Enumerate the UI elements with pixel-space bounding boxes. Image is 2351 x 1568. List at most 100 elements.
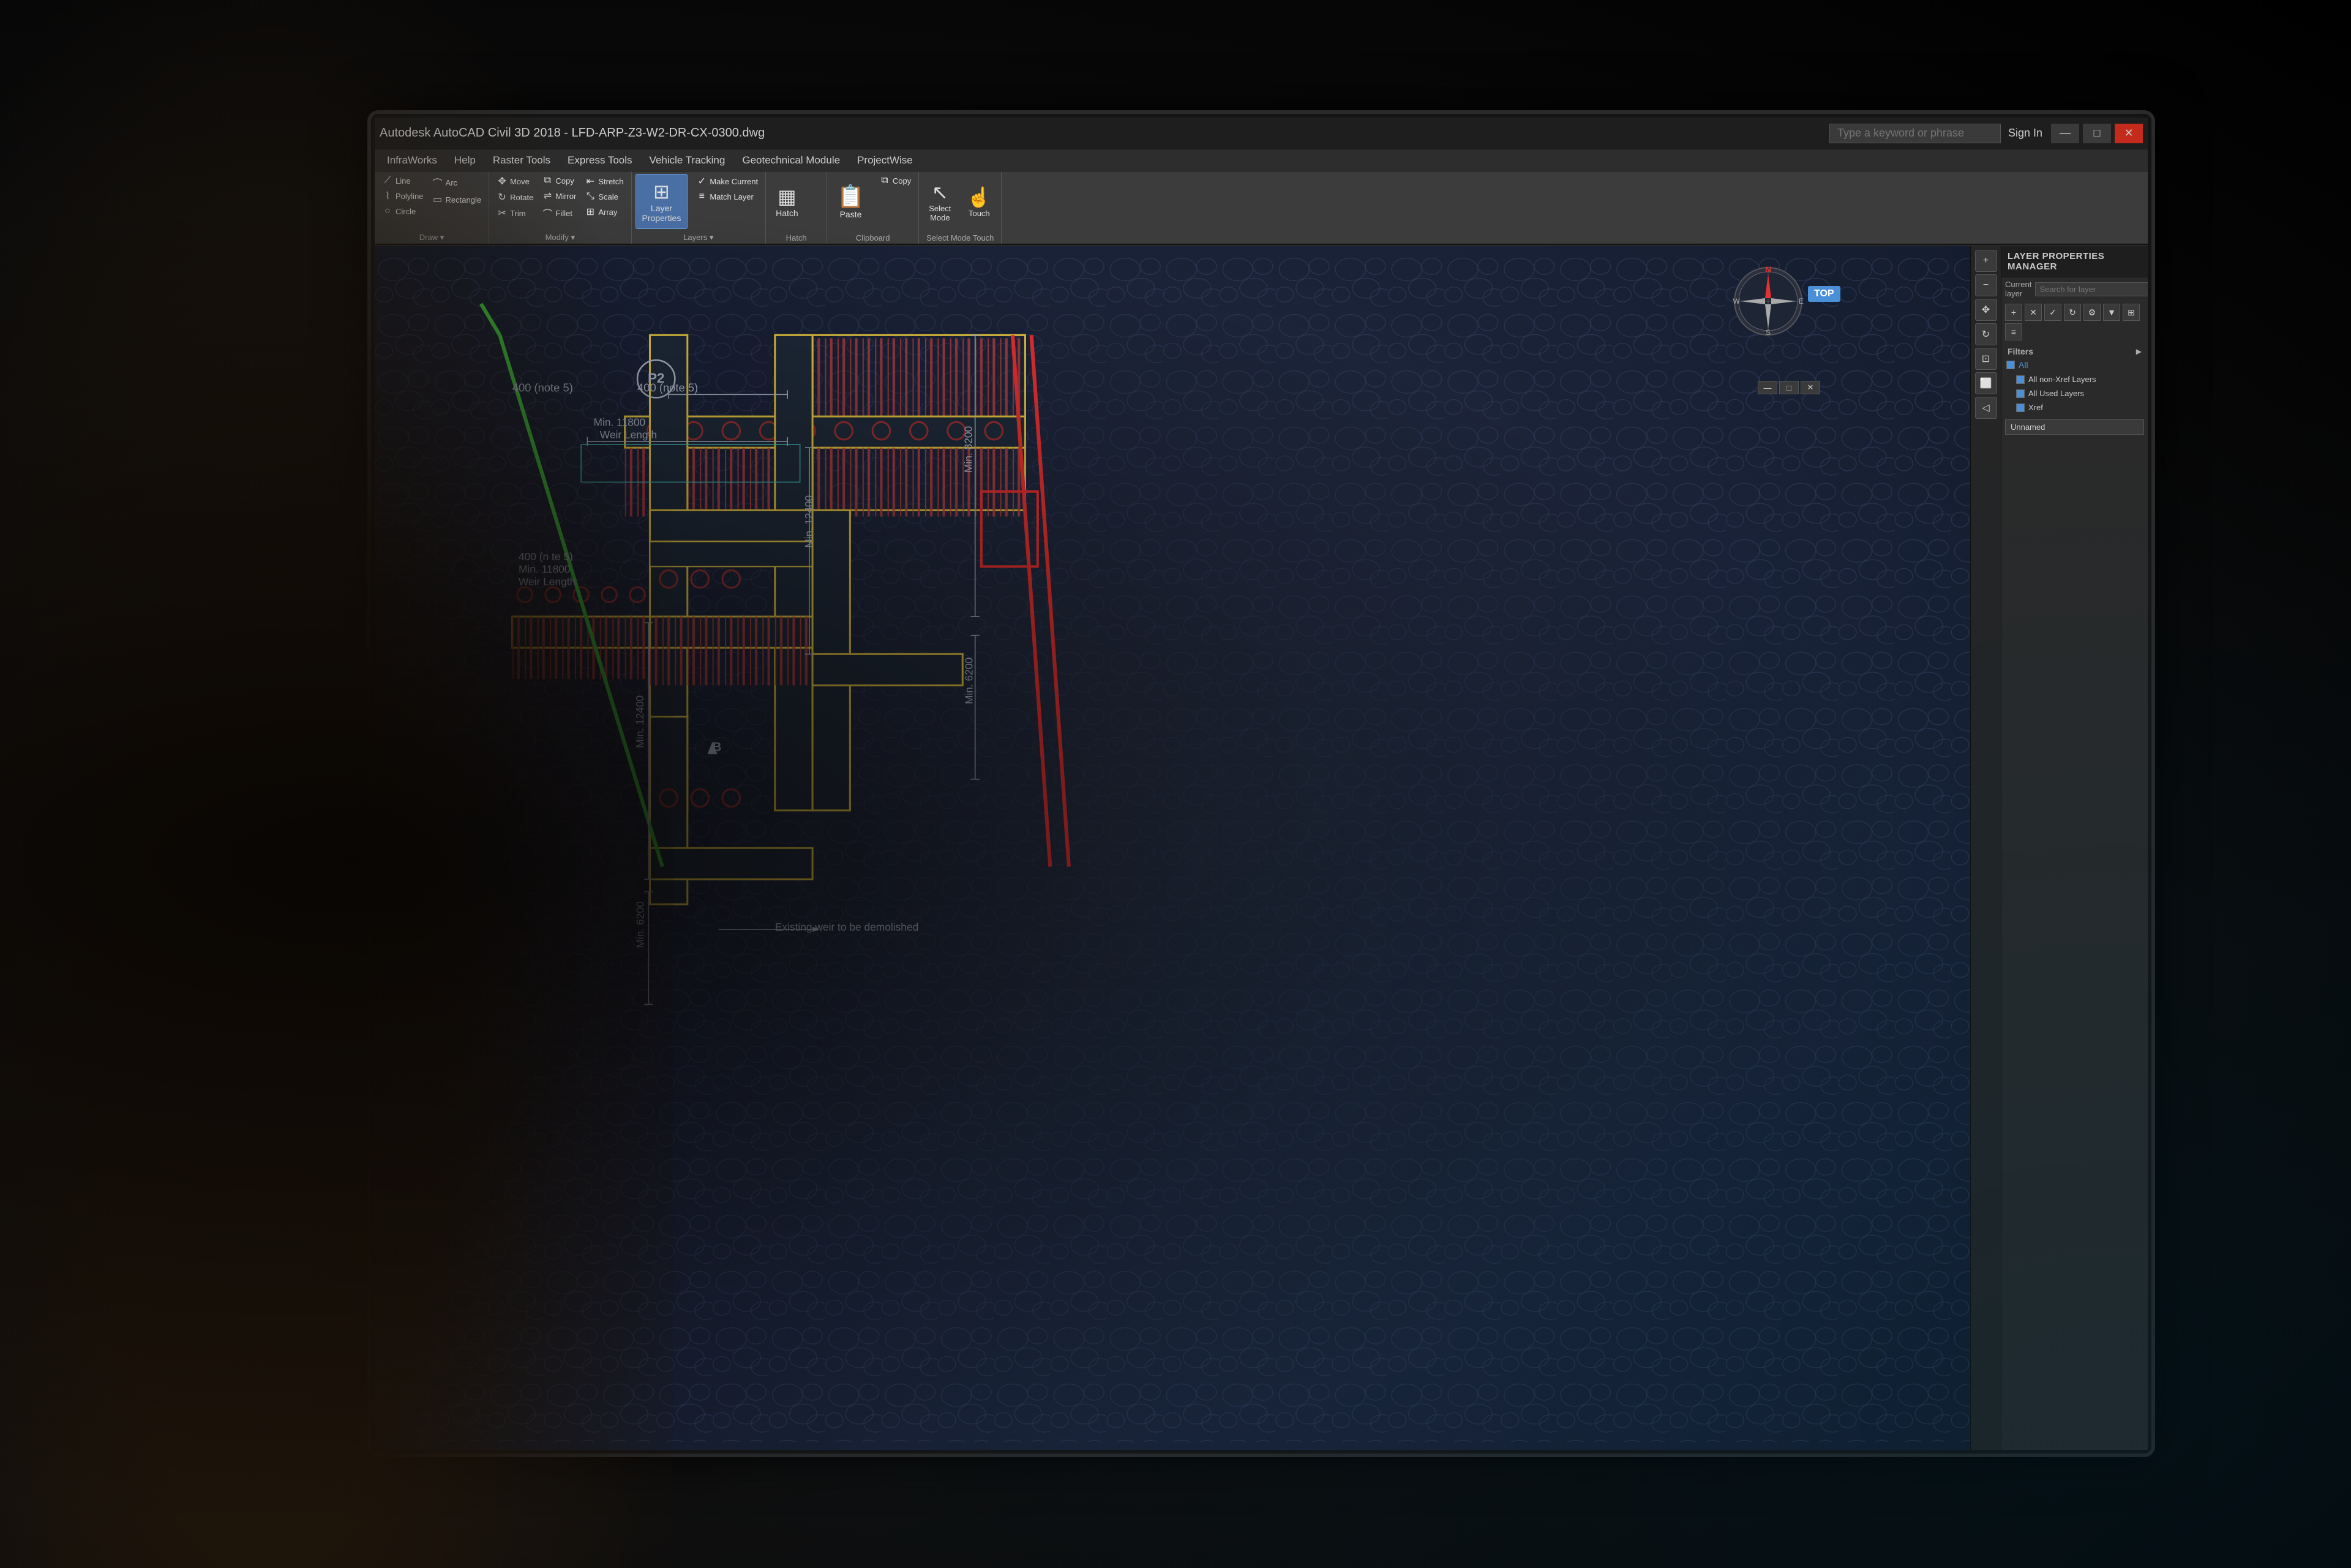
- minimize-button[interactable]: —: [2051, 124, 2079, 143]
- compass: N S W E TOP: [1731, 264, 1805, 338]
- draw-polyline-button[interactable]: ⌇ Polyline: [378, 189, 427, 203]
- svg-text:Weir Length: Weir Length: [600, 429, 657, 441]
- cad-close-button[interactable]: ✕: [1801, 381, 1820, 394]
- menu-help[interactable]: Help: [446, 152, 484, 169]
- circle-icon: ○: [382, 206, 393, 217]
- title-bar: Autodesk AutoCAD Civil 3D 2018 - LFD-ARP…: [375, 118, 2148, 149]
- ribbon-group-hatch: ▦ Hatch Hatch: [766, 171, 827, 244]
- draw-circle-button[interactable]: ○ Circle: [378, 204, 427, 218]
- copy-icon: ⧉: [542, 175, 553, 186]
- cad-float-button[interactable]: □: [1779, 381, 1799, 394]
- layers-label: Layers ▾: [632, 233, 766, 244]
- menu-raster-tools[interactable]: Raster Tools: [484, 152, 559, 169]
- fillet-button[interactable]: ⌒ Fillet: [538, 204, 580, 222]
- compass-svg: N S W E: [1731, 264, 1805, 338]
- touch-button[interactable]: ☝ Touch: [961, 174, 997, 229]
- draw-arc-button[interactable]: ⌒ Arc: [429, 174, 486, 191]
- rotate-button[interactable]: ↻ Rotate: [493, 190, 537, 204]
- layer-xref-item[interactable]: Xref: [2001, 400, 2148, 415]
- layer-refresh-icon[interactable]: ↻: [2064, 304, 2081, 321]
- nav-zoom-in[interactable]: +: [1975, 250, 1997, 272]
- sign-in-label[interactable]: Sign In: [2008, 127, 2042, 140]
- window-controls: Sign In — □ ✕: [2008, 124, 2143, 143]
- menu-geotechnical[interactable]: Geotechnical Module: [733, 152, 849, 169]
- menu-express-tools[interactable]: Express Tools: [559, 152, 641, 169]
- layer-grid-icon[interactable]: ⊞: [2123, 304, 2140, 321]
- svg-text:Min. 6200: Min. 6200: [634, 901, 646, 948]
- all-checkbox[interactable]: [2006, 361, 2015, 369]
- select-mode-icon: ↖: [932, 181, 948, 204]
- trim-button[interactable]: ✂ Trim: [493, 206, 537, 220]
- make-current-button[interactable]: ✓ Make Current: [692, 174, 762, 189]
- svg-text:Min. 11800: Min. 11800: [519, 563, 571, 576]
- cad-minimize-button[interactable]: —: [1758, 381, 1777, 394]
- svg-text:Min. 6200: Min. 6200: [963, 658, 975, 704]
- unnamed-item[interactable]: Unnamed: [2005, 419, 2144, 435]
- ribbon: ⟋ Line ⌇ Polyline ○ Circle: [375, 171, 2148, 245]
- search-input[interactable]: [1829, 124, 2001, 143]
- top-button[interactable]: TOP: [1808, 286, 1840, 302]
- svg-text:400 (note 5): 400 (note 5): [512, 381, 573, 394]
- all-non-xref-checkbox[interactable]: [2016, 375, 2025, 384]
- draw-rect-button[interactable]: ▭ Rectangle: [429, 192, 486, 207]
- filters-label: Filters: [2008, 347, 2033, 356]
- svg-text:Min. 12400: Min. 12400: [634, 696, 646, 748]
- select-label: Select Mode Touch: [919, 233, 1001, 244]
- nav-orbit[interactable]: ↻: [1975, 323, 1997, 345]
- layer-search-input[interactable]: [2035, 282, 2148, 296]
- nav-pan[interactable]: ✥: [1975, 299, 1997, 321]
- layer-all-non-xref[interactable]: All non-Xref Layers: [2001, 372, 2148, 386]
- menu-vehicle-tracking[interactable]: Vehicle Tracking: [641, 152, 734, 169]
- filters-toggle[interactable]: ▶: [2136, 347, 2142, 356]
- maximize-button[interactable]: □: [2083, 124, 2111, 143]
- nav-window[interactable]: ⬜: [1975, 372, 1997, 394]
- menu-projectwise[interactable]: ProjectWise: [849, 152, 921, 169]
- layer-new-icon[interactable]: +: [2005, 304, 2022, 321]
- svg-text:N: N: [1765, 264, 1771, 274]
- select-mode-button[interactable]: ↖ SelectMode: [923, 174, 957, 229]
- paste-label: Paste: [840, 209, 862, 219]
- select-mode-label: SelectMode: [929, 204, 951, 222]
- layer-properties-label: LayerProperties: [642, 203, 681, 223]
- layer-current-icon[interactable]: ✓: [2044, 304, 2061, 321]
- draw-line-button[interactable]: ⟋ Line: [378, 174, 427, 187]
- mirror-icon: ⇌: [542, 190, 553, 202]
- hatch-button[interactable]: ▦ Hatch: [770, 174, 804, 229]
- copy-clip-button[interactable]: ⧉ Copy: [876, 174, 915, 187]
- ribbon-group-select: ↖ SelectMode ☝ Touch Select Mode Touch: [919, 171, 1002, 244]
- svg-text:S: S: [1766, 328, 1771, 337]
- scale-button[interactable]: ⤡ Scale: [581, 190, 627, 203]
- stretch-button[interactable]: ⇤ Stretch: [581, 174, 627, 189]
- layer-properties-panel: LAYER PROPERTIES MANAGER Current layer 🔍…: [2001, 246, 2148, 1450]
- menu-infraworks[interactable]: InfraWorks: [378, 152, 446, 169]
- paste-button[interactable]: 📋 Paste: [831, 174, 871, 229]
- all-used-checkbox[interactable]: [2016, 389, 2025, 398]
- xref-checkbox[interactable]: [2016, 403, 2025, 412]
- svg-text:B: B: [713, 741, 722, 754]
- layer-all-item[interactable]: All: [2001, 358, 2148, 372]
- hatch-icon: ▦: [778, 185, 796, 208]
- modify-label: Modify ▾: [489, 233, 631, 244]
- ribbon-group-layers: ⊞ LayerProperties ✓ Make Current ≡ Match…: [632, 171, 767, 244]
- nav-zoom-out[interactable]: −: [1975, 274, 1997, 296]
- nav-previous[interactable]: ◁: [1975, 397, 1997, 419]
- mirror-button[interactable]: ⇌ Mirror: [538, 189, 580, 203]
- layer-filter-icon[interactable]: ▼: [2103, 304, 2120, 321]
- cad-drawing-area[interactable]: 400 (note 5) 400 (note 5) Min. 11800 Wei…: [375, 246, 2001, 1450]
- layer-all-used[interactable]: All Used Layers: [2001, 386, 2148, 400]
- nav-extents[interactable]: ⊡: [1975, 348, 1997, 370]
- layer-properties-icon: ⊞: [653, 180, 670, 203]
- array-button[interactable]: ⊞ Array: [581, 204, 627, 219]
- layer-settings-icon[interactable]: ⚙: [2083, 304, 2101, 321]
- draw-label: Draw ▾: [375, 233, 489, 244]
- touch-label: Touch: [969, 209, 990, 218]
- layer-delete-icon[interactable]: ✕: [2025, 304, 2042, 321]
- copy-button[interactable]: ⧉ Copy: [538, 174, 580, 187]
- layer-properties-button[interactable]: ⊞ LayerProperties: [636, 174, 688, 229]
- close-button[interactable]: ✕: [2115, 124, 2143, 143]
- copy-clip-icon: ⧉: [879, 175, 890, 186]
- all-label: All: [2019, 360, 2028, 370]
- move-button[interactable]: ✥ Move: [493, 174, 537, 189]
- match-layer-button[interactable]: ≡ Match Layer: [692, 190, 762, 203]
- layer-list-icon[interactable]: ≡: [2005, 323, 2022, 340]
